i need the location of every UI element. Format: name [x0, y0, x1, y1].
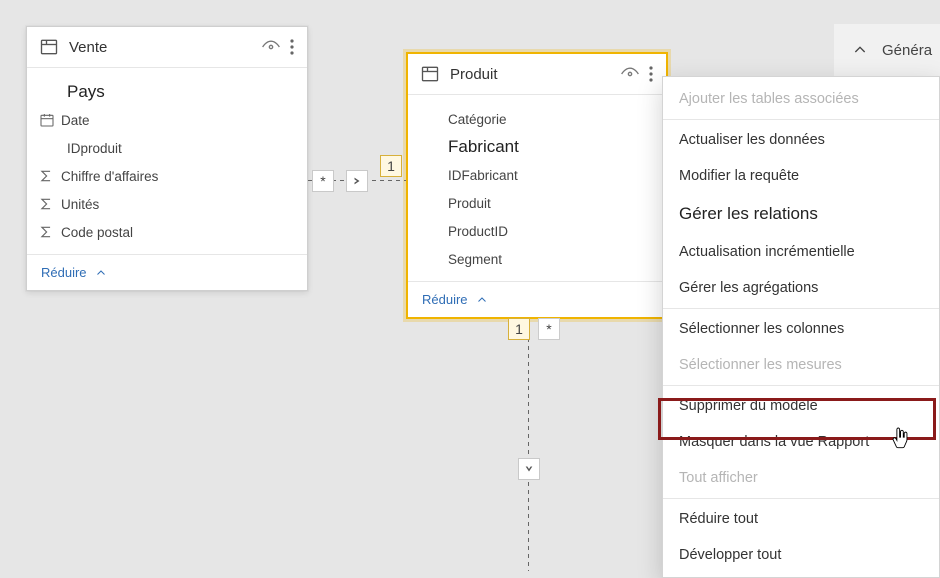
menu-collapse-all[interactable]: Réduire tout	[663, 501, 939, 537]
menu-edit-query[interactable]: Modifier la requête	[663, 158, 939, 194]
menu-refresh-data[interactable]: Actualiser les données	[663, 122, 939, 158]
visibility-icon[interactable]	[257, 37, 285, 57]
separator	[663, 308, 939, 309]
sigma-icon	[39, 169, 61, 183]
panel-title: Généra	[882, 42, 932, 59]
field-name: Date	[61, 113, 293, 128]
separator	[663, 498, 939, 499]
filter-direction-icon	[518, 458, 540, 480]
context-menu: Ajouter les tables associées Actualiser …	[662, 76, 940, 578]
more-options-icon[interactable]	[285, 37, 299, 57]
field-row[interactable]: Segment	[408, 245, 666, 273]
cardinality-many: *	[312, 170, 334, 192]
visibility-icon[interactable]	[616, 64, 644, 84]
field-name: Segment	[448, 252, 652, 267]
field-row[interactable]: Unités	[27, 190, 307, 218]
cardinality-many: *	[538, 318, 560, 340]
field-row[interactable]: Produit	[408, 189, 666, 217]
field-row[interactable]: IDproduit	[27, 134, 307, 162]
properties-panel-header[interactable]: Généra	[834, 24, 940, 76]
table-card-produit[interactable]: Produit Catégorie Fabricant IDFabricant …	[406, 52, 668, 319]
table-icon	[420, 64, 440, 84]
field-row[interactable]: Catégorie	[408, 105, 666, 133]
menu-delete-from-model[interactable]: Supprimer du modèle	[663, 388, 939, 424]
menu-manage-aggregations[interactable]: Gérer les agrégations	[663, 270, 939, 306]
table-body-produit: Catégorie Fabricant IDFabricant Produit …	[408, 95, 666, 281]
more-options-icon[interactable]	[644, 64, 658, 84]
separator	[663, 119, 939, 120]
table-card-vente[interactable]: Vente Pays Date IDproduit	[26, 26, 308, 291]
menu-select-columns[interactable]: Sélectionner les colonnes	[663, 311, 939, 347]
field-name: IDproduit	[67, 141, 293, 156]
menu-incremental-refresh[interactable]: Actualisation incrémentielle	[663, 234, 939, 270]
filter-direction-icon	[346, 170, 368, 192]
collapse-label: Réduire	[41, 265, 87, 280]
field-row[interactable]: IDFabricant	[408, 161, 666, 189]
field-row[interactable]: ProductID	[408, 217, 666, 245]
separator	[663, 385, 939, 386]
menu-show-all: Tout afficher	[663, 460, 939, 496]
field-name: Produit	[448, 196, 652, 211]
calendar-icon	[39, 112, 61, 128]
field-name: Catégorie	[448, 112, 652, 127]
table-body-vente: Pays Date IDproduit Chiffre d'affaires	[27, 68, 307, 254]
chevron-up-icon	[95, 267, 107, 279]
collapse-label: Réduire	[422, 292, 468, 307]
field-name: Chiffre d'affaires	[61, 169, 293, 184]
field-name: Fabricant	[448, 137, 652, 157]
field-row[interactable]: Code postal	[27, 218, 307, 246]
field-name: IDFabricant	[448, 168, 652, 183]
table-title: Produit	[440, 66, 616, 83]
table-icon	[39, 37, 59, 57]
table-title: Vente	[59, 39, 257, 56]
model-canvas[interactable]: Vente Pays Date IDproduit	[0, 0, 940, 571]
collapse-toggle[interactable]: Réduire	[27, 254, 307, 290]
field-name: ProductID	[448, 224, 652, 239]
field-row[interactable]: Chiffre d'affaires	[27, 162, 307, 190]
field-name: Pays	[67, 82, 293, 102]
field-row[interactable]: Date	[27, 106, 307, 134]
menu-manage-relationships[interactable]: Gérer les relations	[663, 194, 939, 234]
field-row[interactable]: Pays	[27, 78, 307, 106]
chevron-up-icon	[852, 42, 868, 58]
table-header-produit[interactable]: Produit	[408, 54, 666, 95]
collapse-toggle[interactable]: Réduire	[408, 281, 666, 317]
cardinality-one: 1	[508, 318, 530, 340]
cardinality-one: 1	[380, 155, 402, 177]
menu-add-related-tables: Ajouter les tables associées	[663, 81, 939, 117]
field-name: Code postal	[61, 225, 293, 240]
relationship-line[interactable]	[528, 330, 529, 571]
menu-hide-in-report-view[interactable]: Masquer dans la vue Rapport	[663, 424, 939, 460]
sigma-icon	[39, 197, 61, 211]
table-header-vente[interactable]: Vente	[27, 27, 307, 68]
field-row[interactable]: Fabricant	[408, 133, 666, 161]
menu-expand-all[interactable]: Développer tout	[663, 537, 939, 573]
chevron-up-icon	[476, 294, 488, 306]
field-name: Unités	[61, 197, 293, 212]
sigma-icon	[39, 225, 61, 239]
menu-select-measures: Sélectionner les mesures	[663, 347, 939, 383]
